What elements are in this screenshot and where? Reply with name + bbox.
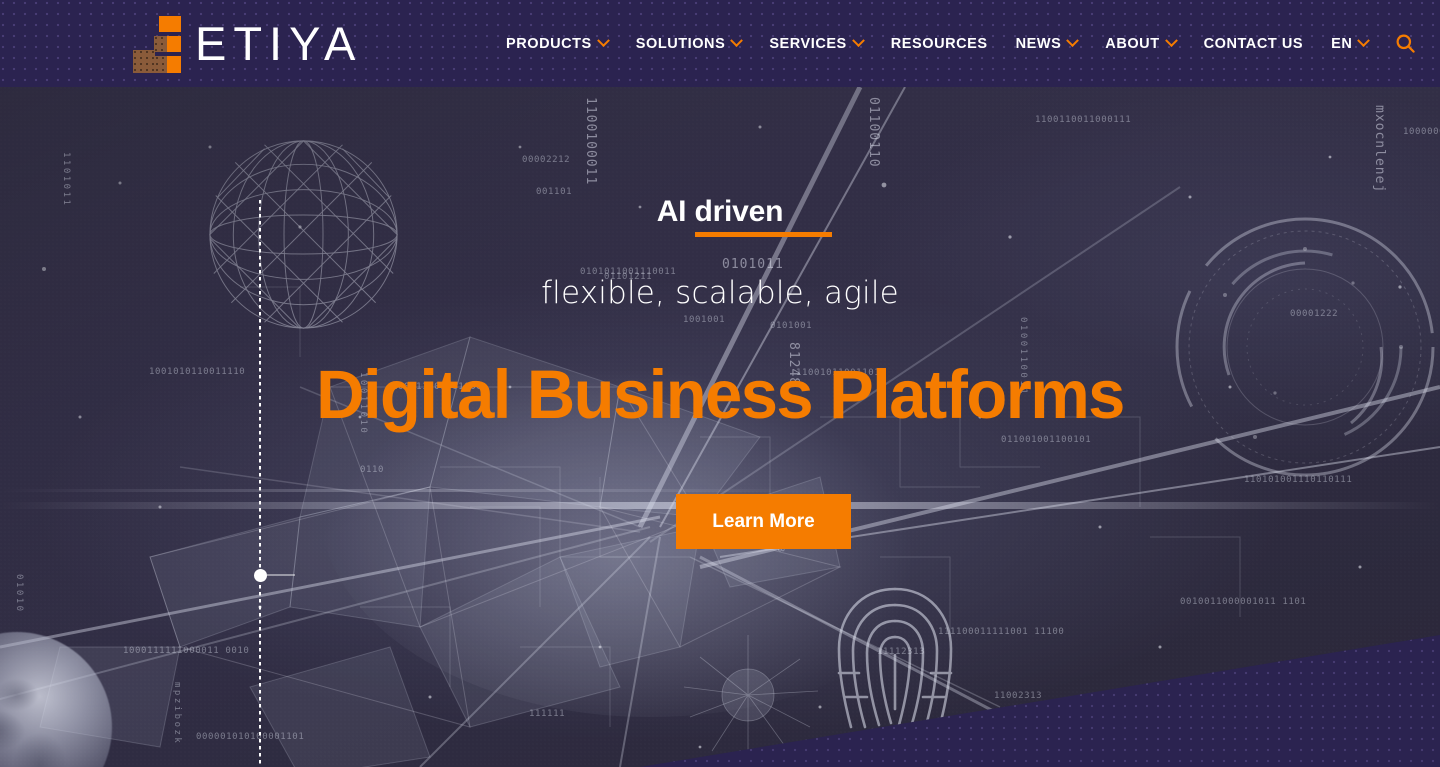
nav-item-label: SOLUTIONS	[635, 35, 726, 52]
search-icon[interactable]	[1382, 0, 1429, 87]
nav-item-label: CONTACT US	[1203, 35, 1304, 52]
nav-item-en[interactable]: EN	[1317, 0, 1382, 87]
chevron-down-icon	[1066, 34, 1080, 48]
brand-name: ETIYA	[195, 16, 363, 70]
nav-item-news[interactable]: NEWS	[1002, 0, 1092, 87]
nav-item-solutions[interactable]: SOLUTIONS	[622, 0, 756, 87]
logo-block-4-dots	[133, 50, 155, 73]
main-navigation[interactable]: PRODUCTS SOLUTIONS SERVICES RESOURCES NEWS AB…	[506, 0, 1429, 87]
etiya-stair-blocks-logo-icon	[133, 14, 181, 73]
chevron-down-icon	[596, 34, 610, 48]
brand-logo[interactable]: ETIYA	[133, 14, 363, 73]
nav-item-label: RESOURCES	[890, 35, 988, 52]
slider-active-tick	[267, 574, 295, 576]
site-header: ETIYA PRODUCTS SOLUTIONS SERVICES RESOURCES…	[0, 0, 1440, 87]
learn-more-button[interactable]: Learn More	[676, 494, 851, 549]
nav-item-contact-us[interactable]: CONTACT US	[1190, 0, 1317, 87]
nav-item-products[interactable]: PRODUCTS	[506, 0, 622, 87]
page-root: 00002212 001101 1100100011 01101211 0101011 0…	[0, 0, 1440, 767]
nav-item-label: SERVICES	[769, 35, 847, 52]
chevron-down-icon	[1357, 34, 1371, 48]
logo-block-2-dots	[154, 36, 167, 52]
slider-track-line	[259, 200, 261, 767]
nav-item-services[interactable]: SERVICES	[755, 0, 876, 87]
slider-active-dot	[254, 569, 267, 582]
chevron-down-icon	[730, 34, 744, 48]
nav-item-label: EN	[1331, 35, 1353, 52]
nav-item-resources[interactable]: RESOURCES	[877, 0, 1002, 87]
nav-item-label: ABOUT	[1105, 35, 1160, 52]
logo-block-1	[159, 16, 181, 32]
nav-item-about[interactable]: ABOUT	[1091, 0, 1189, 87]
chevron-down-icon	[1164, 34, 1178, 48]
slider-pagination[interactable]: 0102030405	[0, 87, 300, 767]
nav-item-label: NEWS	[1015, 35, 1062, 52]
chevron-down-icon	[851, 34, 865, 48]
nav-item-label: PRODUCTS	[506, 35, 592, 52]
